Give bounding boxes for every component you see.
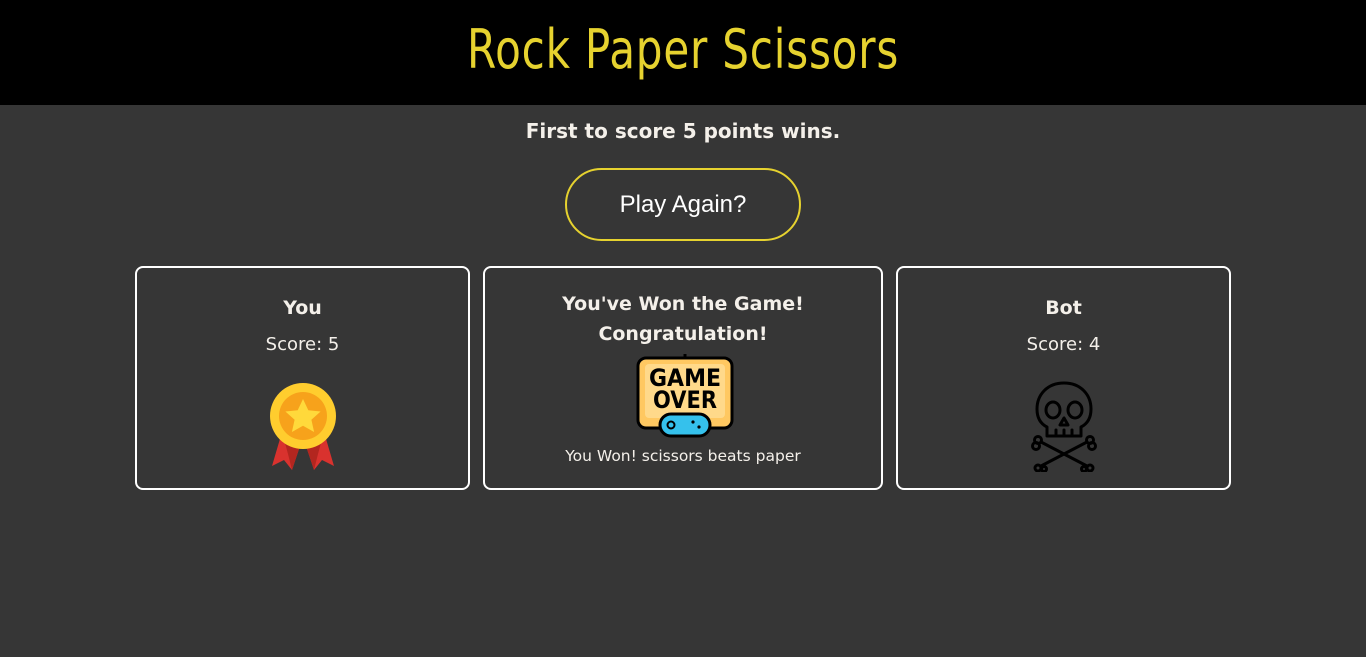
player-card: You Score: 5 xyxy=(135,266,470,490)
game-result-heading: You've Won the Game! xyxy=(562,293,804,315)
medal-icon xyxy=(270,383,336,470)
player-score: Score: 5 xyxy=(265,334,340,355)
page-title: Rock Paper Scissors xyxy=(466,18,900,81)
result-card: You've Won the Game! Congratulation! GAM… xyxy=(483,266,883,490)
header-bar: Rock Paper Scissors xyxy=(0,0,1366,105)
skull-crossbones-icon xyxy=(1031,381,1097,472)
play-again-button[interactable]: Play Again? xyxy=(565,168,801,241)
game-over-icon-text-bottom: OVER xyxy=(653,386,717,414)
player-name: You xyxy=(283,297,322,319)
round-result-message: You Won! scissors beats paper xyxy=(565,447,801,465)
rules-text: First to score 5 points wins. xyxy=(525,119,841,143)
bot-card: Bot Score: 4 xyxy=(896,266,1231,490)
bot-name: Bot xyxy=(1045,297,1082,319)
bot-score: Score: 4 xyxy=(1026,334,1101,355)
game-over-icon: GAME OVER xyxy=(636,354,734,438)
congratulation-text: Congratulation! xyxy=(598,323,768,345)
